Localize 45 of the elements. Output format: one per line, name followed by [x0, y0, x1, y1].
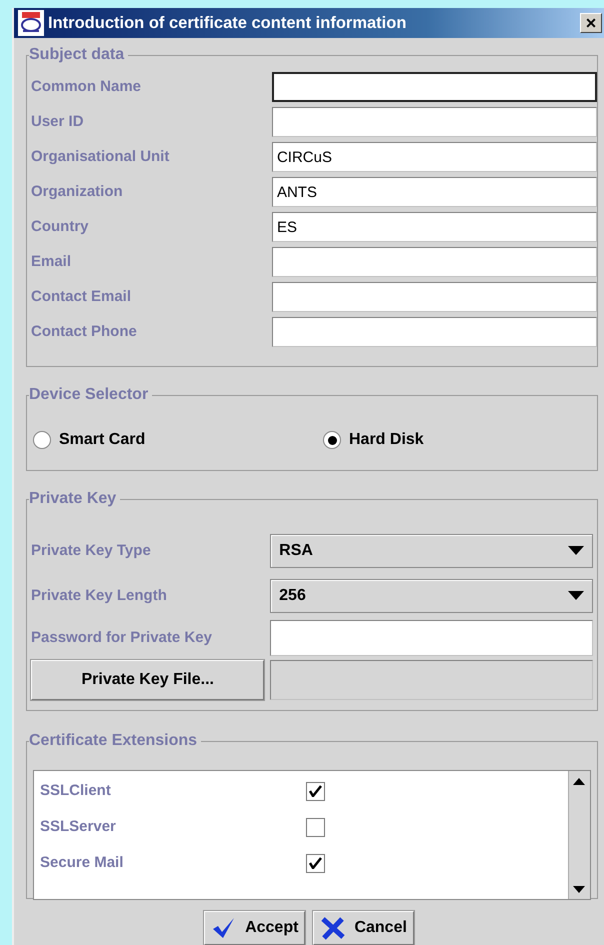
- close-button[interactable]: ×: [580, 12, 602, 33]
- field-label: Private Key Type: [31, 540, 152, 561]
- checkbox[interactable]: [306, 818, 325, 836]
- field-label: Country: [31, 217, 90, 238]
- list-item-label: SSLServer: [39, 816, 117, 837]
- checkbox[interactable]: [306, 782, 325, 800]
- dropdown[interactable]: 256: [270, 578, 593, 613]
- field-label: Private Key Length: [31, 586, 168, 606]
- field-label: User ID: [31, 112, 85, 132]
- cross-icon: [320, 916, 346, 940]
- dropdown-value: 256: [279, 586, 306, 606]
- text-field[interactable]: [272, 107, 597, 138]
- field-label: Organization: [31, 182, 124, 202]
- app-icon: [18, 10, 44, 36]
- checkbox[interactable]: [306, 854, 325, 872]
- field-label: Contact Email: [31, 287, 132, 308]
- dropdown-arrow-icon: [568, 546, 584, 556]
- dropdown-arrow-icon: [568, 591, 584, 600]
- text-field[interactable]: ES: [272, 212, 597, 242]
- text-field[interactable]: CIRCuS: [272, 142, 597, 172]
- dropdown[interactable]: RSA: [270, 534, 593, 568]
- list-item-label: Secure Mail: [39, 852, 124, 873]
- field-label: Contact Phone: [31, 322, 138, 342]
- file-path-field[interactable]: [270, 660, 593, 700]
- radio-button[interactable]: Smart Card: [33, 428, 323, 452]
- field-label: Password for Private Key: [31, 628, 213, 648]
- text-field[interactable]: [272, 72, 597, 102]
- dialog-button[interactable]: Accept: [204, 911, 306, 945]
- field-label: Organisational Unit: [31, 147, 170, 168]
- panel-title: Subject data: [29, 44, 128, 65]
- field-label: Email: [31, 252, 72, 272]
- dropdown-value: RSA: [279, 540, 313, 561]
- radio-button[interactable]: Hard Disk: [323, 428, 424, 452]
- window-title: Introduction of certificate content information: [48, 12, 408, 34]
- field-label: Common Name: [31, 77, 142, 98]
- text-field[interactable]: [272, 282, 597, 312]
- text-field[interactable]: [272, 317, 597, 348]
- text-field[interactable]: ANTS: [272, 177, 597, 208]
- text-field[interactable]: [272, 247, 597, 278]
- file-button[interactable]: Private Key File...: [31, 660, 264, 700]
- scroll-bar[interactable]: [568, 771, 590, 899]
- list-item-label: SSLClient: [39, 780, 112, 801]
- password-field[interactable]: [270, 620, 593, 656]
- panel-title: Private Key: [29, 489, 120, 510]
- dialog-button[interactable]: Cancel: [313, 911, 414, 945]
